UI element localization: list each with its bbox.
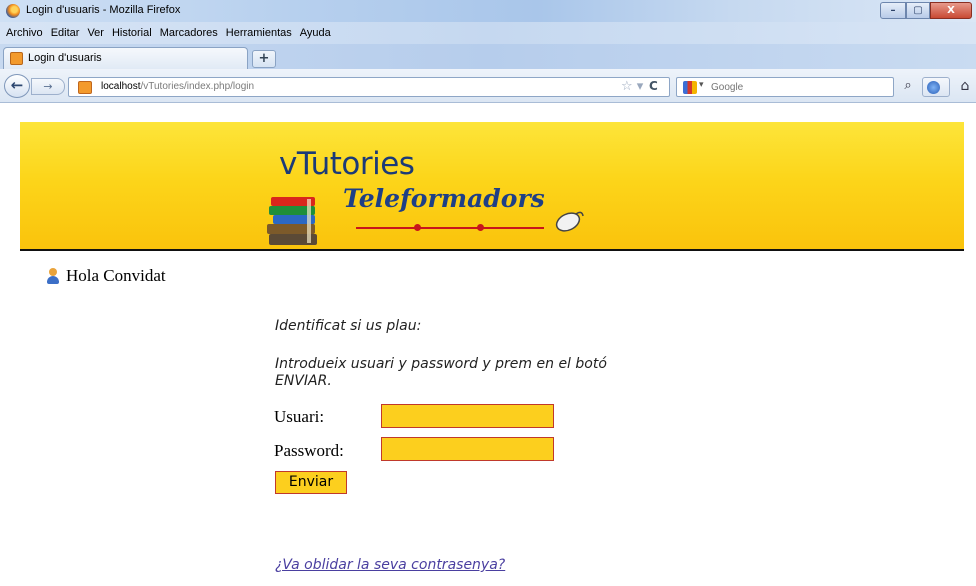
search-magnifier-icon[interactable]: ⌕	[898, 77, 918, 97]
decorative-dot	[414, 224, 421, 231]
menu-ver[interactable]: Ver	[87, 27, 104, 39]
menu-ayuda[interactable]: Ayuda	[300, 27, 331, 39]
menu-marcadores[interactable]: Marcadores	[160, 27, 218, 39]
tab-login[interactable]: Login d'usuaris	[3, 47, 248, 69]
close-button[interactable]: X	[930, 2, 972, 19]
bookmark-star-icon[interactable]: ☆ ▾	[621, 79, 643, 94]
home-icon[interactable]: ⌂	[954, 77, 976, 97]
menu-editar[interactable]: Editar	[51, 27, 80, 39]
menu-historial[interactable]: Historial	[112, 27, 152, 39]
minimize-button[interactable]: –	[880, 2, 906, 19]
site-brand: vTutories	[279, 146, 415, 182]
forgot-password-link[interactable]: ¿Va oblidar la seva contrasenya?	[275, 557, 505, 573]
password-label: Password:	[274, 441, 344, 460]
site-banner: vTutories Teleformadors	[20, 122, 964, 251]
maximize-button[interactable]: ▢	[906, 2, 930, 19]
new-tab-button[interactable]: +	[252, 50, 276, 68]
mouse-icon	[555, 211, 584, 232]
navigation-toolbar: ← → localhost/vTutories/index.php/login …	[0, 69, 976, 103]
username-field[interactable]	[381, 404, 554, 428]
forward-button[interactable]: →	[31, 78, 65, 95]
firefox-icon	[6, 4, 20, 18]
password-field[interactable]	[381, 437, 554, 461]
menu-herramientas[interactable]: Herramientas	[226, 27, 292, 39]
addon-globe-icon	[927, 81, 940, 94]
search-bar[interactable]: ▾	[676, 77, 894, 97]
site-identity-icon[interactable]	[78, 81, 92, 94]
window-controls: – ▢ X	[880, 2, 972, 19]
decorative-line	[356, 227, 544, 229]
engine-dropdown-icon[interactable]: ▾	[699, 80, 704, 90]
addon-button[interactable]	[922, 77, 950, 97]
username-label: Usuari:	[274, 407, 325, 426]
books-icon	[267, 197, 317, 245]
back-button[interactable]: ←	[4, 74, 30, 98]
window-title: Login d'usuaris - Mozilla Firefox	[26, 4, 181, 16]
menu-bar: Archivo Editar Ver Historial Marcadores …	[0, 22, 976, 44]
address-bar[interactable]: localhost/vTutories/index.php/login ☆ ▾ …	[68, 77, 670, 97]
user-greeting: Hola Convidat	[46, 266, 166, 286]
google-engine-icon[interactable]	[683, 81, 697, 94]
login-prompt: Identificat si us plau:	[275, 318, 422, 334]
tab-bar: Login d'usuaris +	[0, 44, 976, 69]
user-icon	[46, 268, 60, 284]
site-favicon-icon	[10, 52, 23, 65]
url-text: localhost/vTutories/index.php/login	[101, 81, 255, 92]
tab-label: Login d'usuaris	[28, 52, 102, 64]
greeting-text: Hola Convidat	[66, 266, 166, 285]
decorative-dot	[477, 224, 484, 231]
reload-icon[interactable]: C	[649, 79, 658, 93]
title-bar: Login d'usuaris - Mozilla Firefox – ▢ X	[0, 0, 976, 22]
search-input[interactable]	[711, 80, 881, 94]
login-instructions: Introdueix usuari y password y prem en e…	[275, 356, 607, 389]
menu-archivo[interactable]: Archivo	[6, 27, 43, 39]
site-subtitle: Teleformadors	[343, 184, 545, 213]
submit-button[interactable]: Enviar	[275, 471, 347, 494]
